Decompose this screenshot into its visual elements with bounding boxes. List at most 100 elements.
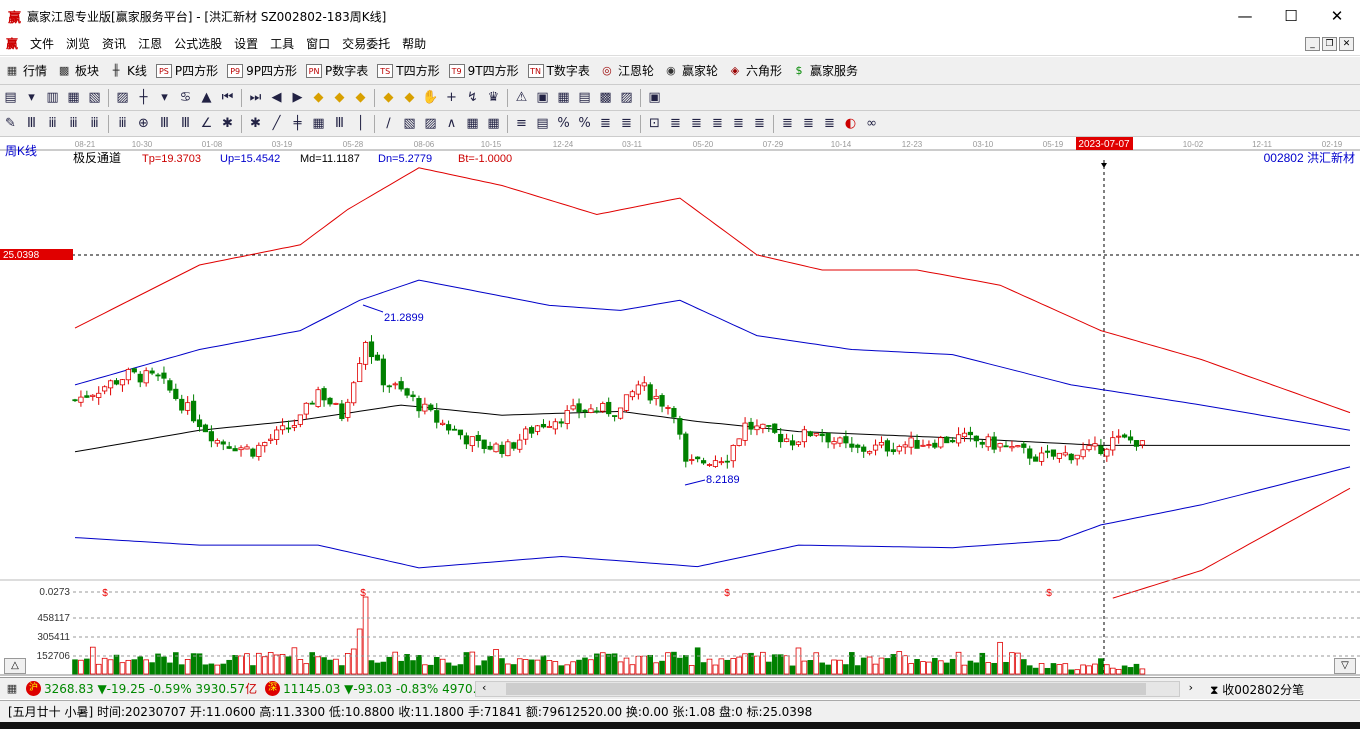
tool-icon[interactable]: ◆ — [399, 88, 420, 108]
tool-icon[interactable]: % — [553, 114, 574, 134]
tool-icon[interactable]: ♋ — [175, 88, 196, 108]
toolbar-button-gann-wheel[interactable]: ◎ 江恩轮 — [599, 62, 654, 79]
toolbar-button-tn[interactable]: TN T数字表 — [527, 62, 590, 79]
menu-item[interactable]: 资讯 — [96, 35, 132, 52]
tool-icon[interactable]: ▦ — [462, 114, 483, 134]
tool-icon[interactable]: ≣ — [686, 114, 707, 134]
tool-icon[interactable]: ≣ — [819, 114, 840, 134]
tool-icon[interactable]: ▥ — [42, 88, 63, 108]
tool-icon[interactable]: % — [574, 114, 595, 134]
tool-icon[interactable]: ≣ — [595, 114, 616, 134]
scroll-right-button[interactable]: ▽ — [1334, 658, 1356, 674]
toolbar-button-candle[interactable]: ╫ K线 — [108, 62, 147, 79]
tool-icon[interactable]: ⊕ — [133, 114, 154, 134]
tool-icon[interactable]: ✱ — [217, 114, 238, 134]
tool-icon[interactable]: ⅲ — [63, 114, 84, 134]
tool-icon[interactable]: ⅲ — [112, 114, 133, 134]
tool-icon[interactable]: Ⅲ — [329, 114, 350, 134]
menu-item[interactable]: 浏览 — [60, 35, 96, 52]
tool-icon[interactable]: ≡ — [511, 114, 532, 134]
tool-icon[interactable]: ╪ — [287, 114, 308, 134]
menu-item[interactable]: 江恩 — [132, 35, 168, 52]
tool-icon[interactable]: ▤ — [0, 88, 21, 108]
tool-icon[interactable]: ◀ — [266, 88, 287, 108]
mdi-close-button[interactable]: ✕ — [1339, 37, 1354, 51]
toolbar-button-p9[interactable]: P9 9P四方形 — [227, 62, 297, 79]
tool-icon[interactable]: ▧ — [399, 114, 420, 134]
tool-icon[interactable]: ▶ — [287, 88, 308, 108]
tool-icon[interactable]: ▲ — [196, 88, 217, 108]
minimize-button[interactable]: — — [1222, 0, 1268, 32]
calculator-icon[interactable]: ▦ — [4, 681, 20, 697]
tool-icon[interactable]: ∞ — [861, 114, 882, 134]
tool-icon[interactable]: │ — [350, 114, 371, 134]
tool-icon[interactable]: ≣ — [777, 114, 798, 134]
tool-icon[interactable]: Ⅲ — [154, 114, 175, 134]
tool-icon[interactable]: ▾ — [154, 88, 175, 108]
tool-icon[interactable]: ▩ — [595, 88, 616, 108]
toolbar-button-hexagon[interactable]: ◈ 六角形 — [727, 62, 782, 79]
toolbar-button-ts[interactable]: TS T四方形 — [377, 62, 440, 79]
tool-icon[interactable]: ◆ — [378, 88, 399, 108]
tool-icon[interactable]: ◆ — [308, 88, 329, 108]
tool-icon[interactable]: ▤ — [532, 114, 553, 134]
menu-item[interactable]: 帮助 — [396, 35, 432, 52]
toolbar-button-winner-wheel[interactable]: ◉ 赢家轮 — [663, 62, 718, 79]
tool-icon[interactable]: ≣ — [749, 114, 770, 134]
tool-icon[interactable]: ▤ — [574, 88, 595, 108]
kline-chart[interactable]: 08-21 10-30 01-08 03-19 05-28 08-06 10-15 12-24… — [0, 137, 1360, 677]
toolbar-button-t9[interactable]: T9 9T四方形 — [448, 62, 519, 79]
tool-icon[interactable]: Ⅲ — [175, 114, 196, 134]
tool-icon[interactable]: ≣ — [665, 114, 686, 134]
tool-icon[interactable]: ▨ — [112, 88, 133, 108]
mdi-minimize-button[interactable]: _ — [1305, 37, 1320, 51]
tool-icon[interactable]: ✱ — [245, 114, 266, 134]
menu-item[interactable]: 公式选股 — [168, 35, 228, 52]
menu-item[interactable]: 窗口 — [300, 35, 336, 52]
tool-icon[interactable]: ▨ — [616, 88, 637, 108]
tool-icon[interactable]: ≣ — [728, 114, 749, 134]
scroll-right-arrow[interactable]: › — [1189, 681, 1193, 694]
tool-icon[interactable]: ▣ — [532, 88, 553, 108]
tool-icon[interactable]: ◆ — [329, 88, 350, 108]
tool-icon[interactable]: ▧ — [84, 88, 105, 108]
horizontal-scrollbar[interactable]: ‹ › — [475, 681, 1193, 697]
menu-item[interactable]: 文件 — [24, 35, 60, 52]
tool-icon[interactable]: + — [441, 88, 462, 108]
mdi-restore-button[interactable]: ❐ — [1322, 37, 1337, 51]
tool-icon[interactable]: ∧ — [441, 114, 462, 134]
tool-icon[interactable]: ✋ — [420, 88, 441, 108]
tool-icon[interactable]: ◆ — [350, 88, 371, 108]
tool-icon[interactable]: ≣ — [798, 114, 819, 134]
tool-icon[interactable]: ≣ — [707, 114, 728, 134]
tool-icon[interactable]: ▨ — [420, 114, 441, 134]
tool-icon[interactable]: Ⅲ — [21, 114, 42, 134]
tool-icon[interactable]: ▦ — [483, 114, 504, 134]
scroll-left-arrow[interactable]: ‹ — [482, 681, 486, 694]
tool-icon[interactable]: ▦ — [63, 88, 84, 108]
menu-item[interactable]: 工具 — [264, 35, 300, 52]
toolbar-button-dollar[interactable]: $ 赢家服务 — [791, 62, 858, 79]
toolbar-button-grid[interactable]: ▦ 行情 — [4, 62, 47, 79]
scroll-up-button[interactable]: △ — [4, 658, 26, 674]
menu-item[interactable]: 设置 — [228, 35, 264, 52]
maximize-button[interactable]: ☐ — [1268, 0, 1314, 32]
tool-icon[interactable]: ⊡ — [644, 114, 665, 134]
scrollbar-thumb[interactable] — [506, 683, 1146, 695]
tool-icon[interactable]: ∠ — [196, 114, 217, 134]
tool-icon[interactable]: ✎ — [0, 114, 21, 134]
toolbar-button-ps[interactable]: PS P四方形 — [155, 62, 218, 79]
tool-icon[interactable]: ▾ — [21, 88, 42, 108]
tool-icon[interactable]: ⅲ — [84, 114, 105, 134]
tool-icon[interactable]: ♛ — [483, 88, 504, 108]
tool-icon[interactable]: ╱ — [266, 114, 287, 134]
tool-icon[interactable]: ↯ — [462, 88, 483, 108]
collect-ticks-link[interactable]: ⧗ 收002802分笔 — [1210, 681, 1304, 698]
toolbar-button-pn[interactable]: PN P数字表 — [306, 62, 368, 79]
close-button[interactable]: ✕ — [1314, 0, 1360, 32]
toolbar-button-sector[interactable]: ▩ 板块 — [56, 62, 99, 79]
tool-icon[interactable]: ≣ — [616, 114, 637, 134]
tool-icon[interactable]: ⚠ — [511, 88, 532, 108]
menu-item[interactable]: 交易委托 — [336, 35, 396, 52]
tool-icon[interactable]: ∕ — [378, 114, 399, 134]
